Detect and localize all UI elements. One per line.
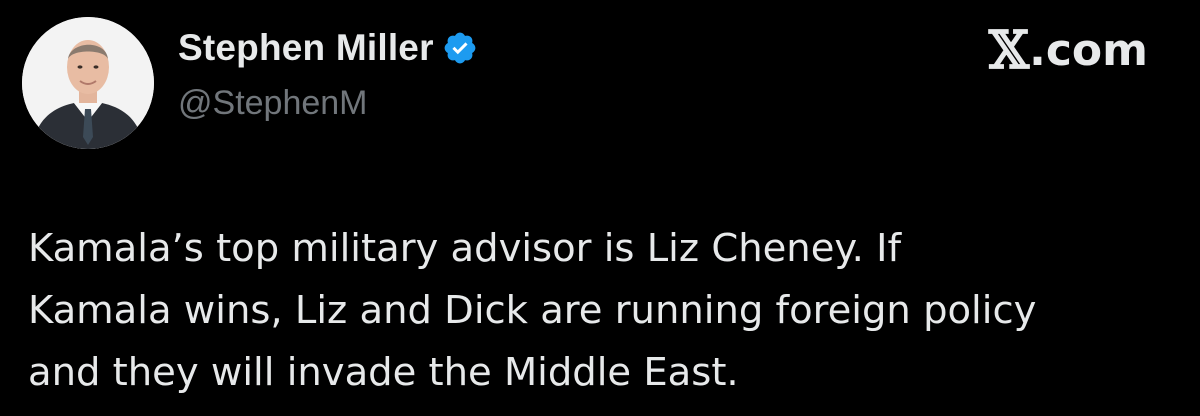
x-logo-icon: 𝕏	[988, 19, 1030, 81]
tweet-text-line: Kamala wins, Liz and Dick are running fo…	[28, 288, 1037, 333]
tweet-card: Stephen Miller @StephenM 𝕏 .com Kamala’s …	[0, 0, 1200, 416]
site-domain-label: .com	[1029, 24, 1148, 76]
author-handle[interactable]: @StephenM	[178, 84, 368, 123]
tweet-text-line: Kamala’s top military advisor is Liz Che…	[28, 226, 902, 271]
tweet-text: Kamala’s top military advisor is Liz Che…	[28, 218, 1178, 404]
verified-badge-icon	[442, 30, 478, 66]
profile-photo-icon	[22, 17, 154, 149]
site-logo[interactable]: 𝕏 .com	[989, 20, 1148, 81]
avatar[interactable]	[22, 17, 154, 149]
display-name[interactable]: Stephen Miller	[178, 27, 434, 69]
tweet-text-line: and they will invade the Middle East.	[28, 350, 739, 395]
author-name-row: Stephen Miller	[178, 26, 478, 70]
